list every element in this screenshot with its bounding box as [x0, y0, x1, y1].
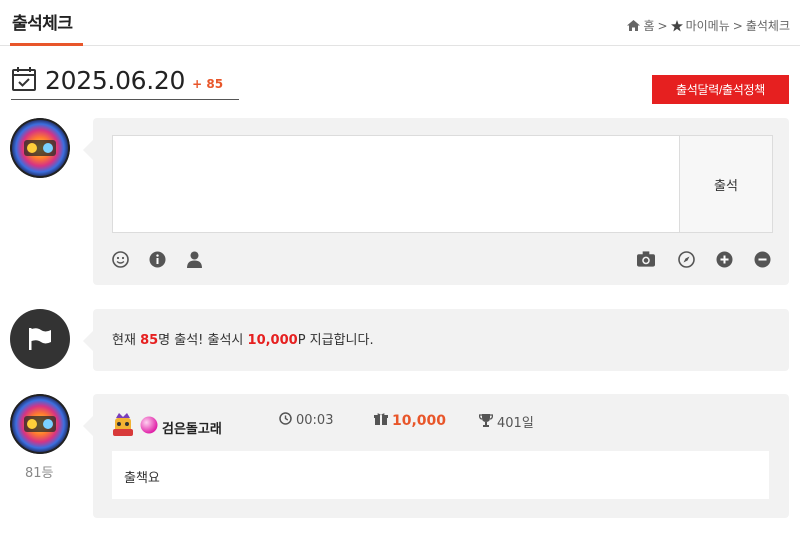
- clock-icon: [279, 412, 292, 429]
- attendance-notice-panel: 현재 85명 출석! 출석시 10,000P 지급합니다.: [83, 309, 789, 371]
- entry-point: 10,000: [374, 412, 446, 429]
- attendance-submit-button[interactable]: 출석: [679, 135, 773, 233]
- entry-days-value: 401일: [497, 416, 534, 431]
- trophy-icon: [478, 413, 494, 431]
- compass-icon[interactable]: [677, 250, 695, 268]
- plus-circle-icon[interactable]: [715, 250, 733, 268]
- breadcrumb: 홈 > 마이메뉴 > 출석체크: [627, 17, 790, 34]
- smile-icon[interactable]: [111, 250, 129, 268]
- breadcrumb-separator: >: [732, 18, 743, 33]
- entry-streak: 401일: [478, 412, 534, 431]
- calendar-policy-button[interactable]: 출석달력/출석정책: [652, 75, 789, 104]
- camera-icon[interactable]: [637, 250, 655, 268]
- author-nickname: 검은돌고래: [162, 421, 222, 437]
- title-underline: [10, 43, 83, 46]
- calendar-check-icon: [11, 66, 37, 96]
- minus-circle-icon[interactable]: [753, 250, 771, 268]
- notice-suffix: P 지급합니다.: [297, 333, 374, 348]
- avatar: [10, 118, 70, 178]
- level-badge-icon: [110, 412, 136, 442]
- entry-point-value: 10,000: [392, 412, 447, 429]
- breadcrumb-mymenu[interactable]: 마이메뉴: [686, 17, 730, 34]
- flag-avatar: [10, 309, 70, 369]
- breadcrumb-current[interactable]: 출석체크: [746, 17, 790, 34]
- entry-time-value: 00:03: [296, 413, 334, 428]
- notice-mid: 명 출석! 출석시: [158, 333, 248, 348]
- gift-icon: [374, 412, 388, 429]
- entry-author[interactable]: 검은돌고래: [110, 412, 222, 442]
- notice-prefix: 현재: [112, 333, 141, 348]
- notice-count: 85: [140, 333, 159, 348]
- entry-time: 00:03: [279, 412, 333, 429]
- breadcrumb-separator: >: [657, 18, 668, 33]
- user-icon[interactable]: [185, 250, 203, 268]
- star-icon: [670, 19, 683, 32]
- attendance-write-panel: 출석: [83, 118, 789, 285]
- gem-icon: [140, 416, 158, 438]
- avatar: [10, 394, 70, 454]
- info-icon[interactable]: [148, 250, 166, 268]
- flag-icon: [27, 326, 53, 356]
- date-row: 2025.06.20 + 85: [11, 62, 239, 100]
- page-title: 출석체크: [12, 14, 73, 34]
- attendance-count: + 85: [192, 76, 224, 91]
- notice-text: 현재 85명 출석! 출석시 10,000P 지급합니다.: [112, 329, 374, 348]
- page-header: 출석체크 홈 > 마이메뉴 > 출석체크: [0, 0, 800, 46]
- comment-input[interactable]: [112, 135, 680, 233]
- attendance-rank: 81등: [25, 466, 54, 481]
- entry-comment: 출책요: [112, 451, 769, 499]
- attendance-entry-panel: 검은돌고래 00:03 10,000 401일 출책요: [83, 394, 789, 518]
- attendance-date: 2025.06.20: [45, 66, 186, 95]
- home-icon: [627, 20, 641, 31]
- notice-point: 10,000: [247, 333, 298, 348]
- breadcrumb-home[interactable]: 홈: [643, 17, 654, 34]
